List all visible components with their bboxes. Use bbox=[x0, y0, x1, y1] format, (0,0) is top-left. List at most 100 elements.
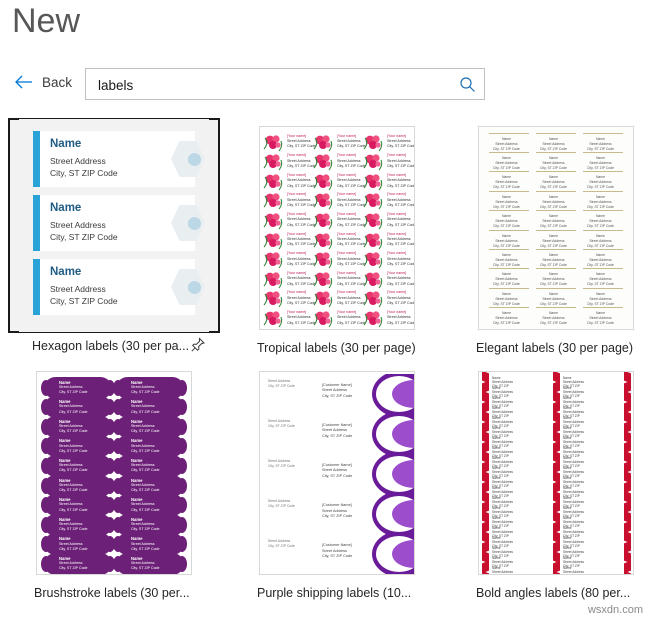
divider bbox=[536, 307, 576, 309]
template-thumbnail-tropical[interactable]: [Your name] Street Address City, ST ZIP Co… bbox=[231, 120, 443, 335]
label-city: City, ST ZIP Code bbox=[337, 203, 366, 208]
label-city: City, ST ZIP Code bbox=[587, 146, 614, 151]
label-cell: Name Street Address City, ST ZIP Code bbox=[113, 533, 187, 556]
label-city: City, ST ZIP Code bbox=[287, 281, 316, 286]
label-city: City, ST ZIP Code bbox=[50, 168, 118, 178]
label-city: City, ST ZIP Code bbox=[59, 468, 88, 473]
divider bbox=[536, 229, 576, 231]
label-cell: NameStreet AddressCity, ST ZIP bbox=[492, 565, 513, 574]
divider bbox=[583, 171, 623, 173]
label-city: City, ST ZIP Code bbox=[59, 546, 88, 551]
label-city: City, ST ZIP Code bbox=[131, 546, 160, 551]
label-cell: Name Street Address City, ST ZIP Code bbox=[41, 396, 115, 419]
template-card-hexagon-labels[interactable]: Name Street Address City, ST ZIP Code Na… bbox=[8, 118, 220, 359]
divider bbox=[536, 132, 576, 134]
sender-block: Street Address City, ST ZIP Code bbox=[268, 458, 295, 468]
label-cell: [Your name] Street Address City, ST ZIP Co… bbox=[363, 307, 415, 329]
label-city: City, ST ZIP Code bbox=[322, 514, 353, 519]
divider bbox=[583, 287, 623, 289]
label-city: City, ST ZIP Code bbox=[287, 222, 316, 227]
divider bbox=[489, 210, 529, 212]
back-button[interactable]: Back bbox=[10, 71, 76, 93]
template-thumbnail-bold-angles[interactable]: Name Street Address City, ST ZIP Name Street… bbox=[450, 365, 649, 580]
template-card-elegant-labels[interactable]: Name Street Address City, ST ZIP Code Name S… bbox=[450, 120, 649, 361]
label-city: City, ST ZIP Code bbox=[587, 262, 614, 267]
label-city: City, ST ZIP Code bbox=[287, 242, 316, 247]
label-city: City, ST ZIP Code bbox=[337, 163, 366, 168]
label-city: City, ST ZIP Code bbox=[387, 320, 415, 325]
label-cell: Name Street Address City, ST ZIP Code bbox=[113, 494, 187, 517]
template-thumbnail-elegant[interactable]: Name Street Address City, ST ZIP Code Name S… bbox=[450, 120, 649, 335]
label-street: Street Address bbox=[589, 238, 612, 243]
label-name: [Customer Name] bbox=[322, 503, 352, 508]
label-city: City, ST ZIP Code bbox=[337, 281, 366, 286]
label-city: City, ST ZIP Code bbox=[387, 163, 415, 168]
label-cell: Name Street Address City, ST ZIP Code bbox=[41, 552, 115, 574]
label-city: City, ST ZIP Code bbox=[493, 282, 520, 287]
label-city: City, ST ZIP Code bbox=[287, 261, 316, 266]
flower-icon bbox=[363, 311, 383, 328]
label-city: City, ST ZIP Code bbox=[387, 183, 415, 188]
label-city: City, ST ZIP Code bbox=[540, 185, 567, 190]
divider bbox=[536, 210, 576, 212]
label-cell: Name Street Address City, ST ZIP Code bbox=[534, 307, 578, 328]
label-street: Street Address bbox=[589, 141, 612, 146]
label-city: City, ST ZIP Code bbox=[322, 554, 353, 559]
template-caption: Elegant labels (30 per page) bbox=[476, 341, 634, 355]
divider bbox=[489, 229, 529, 231]
pin-icon[interactable] bbox=[190, 337, 206, 353]
label-city: City, ST ZIP Code bbox=[131, 487, 160, 492]
label-city: City, ST ZIP Code bbox=[540, 165, 567, 170]
search-icon[interactable] bbox=[450, 69, 484, 99]
sender-block: Street Address City, ST ZIP Code bbox=[268, 418, 295, 428]
template-caption-row: Hexagon labels (30 per pa... bbox=[8, 333, 220, 359]
page-title: New bbox=[12, 2, 81, 40]
template-thumbnail-purple-shipping[interactable]: Street Address City, ST ZIP Code [Customer… bbox=[231, 365, 443, 580]
template-card-purple-shipping-labels[interactable]: Street Address City, ST ZIP Code [Customer… bbox=[231, 365, 443, 606]
swoosh-graphic bbox=[362, 413, 414, 454]
label-city: City, ST ZIP Code bbox=[337, 301, 366, 306]
label-city: City, ST ZIP Code bbox=[131, 468, 160, 473]
label-cell: NameStreet AddressCity, ST ZIP bbox=[563, 565, 584, 574]
divider bbox=[583, 268, 623, 270]
label-city: City, ST ZIP Code bbox=[493, 243, 520, 248]
search-box[interactable] bbox=[85, 68, 485, 101]
label-street: Street Address bbox=[542, 238, 565, 243]
label-city: City, ST ZIP Code bbox=[493, 262, 520, 267]
template-card-bold-angles-labels[interactable]: Name Street Address City, ST ZIP Name Street… bbox=[450, 365, 649, 606]
label-city: City, ST ZIP Code bbox=[493, 146, 520, 151]
label-city: City, ST ZIP Code bbox=[337, 144, 366, 149]
template-caption-row: Bold angles labels (80 per... bbox=[450, 580, 649, 606]
divider bbox=[583, 307, 623, 309]
label-city: City, ST ZIP Code bbox=[287, 320, 316, 325]
template-thumbnail-brushstroke[interactable]: Name Street Address City, ST ZIP Code Name S… bbox=[8, 365, 220, 580]
label-street: Street Address bbox=[50, 220, 106, 230]
label-city: City, ST ZIP Code bbox=[131, 429, 160, 434]
template-thumbnail-hexagon[interactable]: Name Street Address City, ST ZIP Code Na… bbox=[8, 118, 220, 333]
label-city: City, ST ZIP Code bbox=[50, 232, 118, 242]
label-city: City, ST ZIP Code bbox=[493, 224, 520, 229]
template-card-brushstroke-labels[interactable]: Name Street Address City, ST ZIP Code Name S… bbox=[8, 365, 220, 606]
back-button-label: Back bbox=[42, 74, 73, 90]
divider bbox=[583, 190, 623, 192]
divider bbox=[536, 171, 576, 173]
label-city: City, ST ZIP Code bbox=[59, 389, 88, 394]
label-city: City, ST ZIP Code bbox=[493, 165, 520, 170]
divider bbox=[489, 151, 529, 153]
search-input[interactable] bbox=[96, 69, 440, 101]
label-street: Street Address bbox=[542, 199, 565, 204]
divider bbox=[536, 190, 576, 192]
template-card-tropical-labels[interactable]: [Your name] Street Address City, ST ZIP Co… bbox=[231, 120, 443, 361]
label-city: City, ST ZIP Code bbox=[131, 448, 160, 453]
divider bbox=[583, 151, 623, 153]
label-city: City, ST ZIP Code bbox=[493, 204, 520, 209]
sender-block: Street Address City, ST ZIP Code bbox=[268, 539, 295, 549]
label-street: Street Address bbox=[589, 296, 612, 301]
template-caption-row: Elegant labels (30 per page) bbox=[450, 335, 649, 361]
label-city: City, ST ZIP Code bbox=[337, 261, 366, 266]
label-city: City, ST ZIP Code bbox=[540, 282, 567, 287]
divider bbox=[536, 287, 576, 289]
label-cell: Name Street Address City, ST ZIP Code bbox=[113, 552, 187, 574]
label-city: City, ST ZIP Code bbox=[50, 296, 118, 306]
divider bbox=[489, 190, 529, 192]
